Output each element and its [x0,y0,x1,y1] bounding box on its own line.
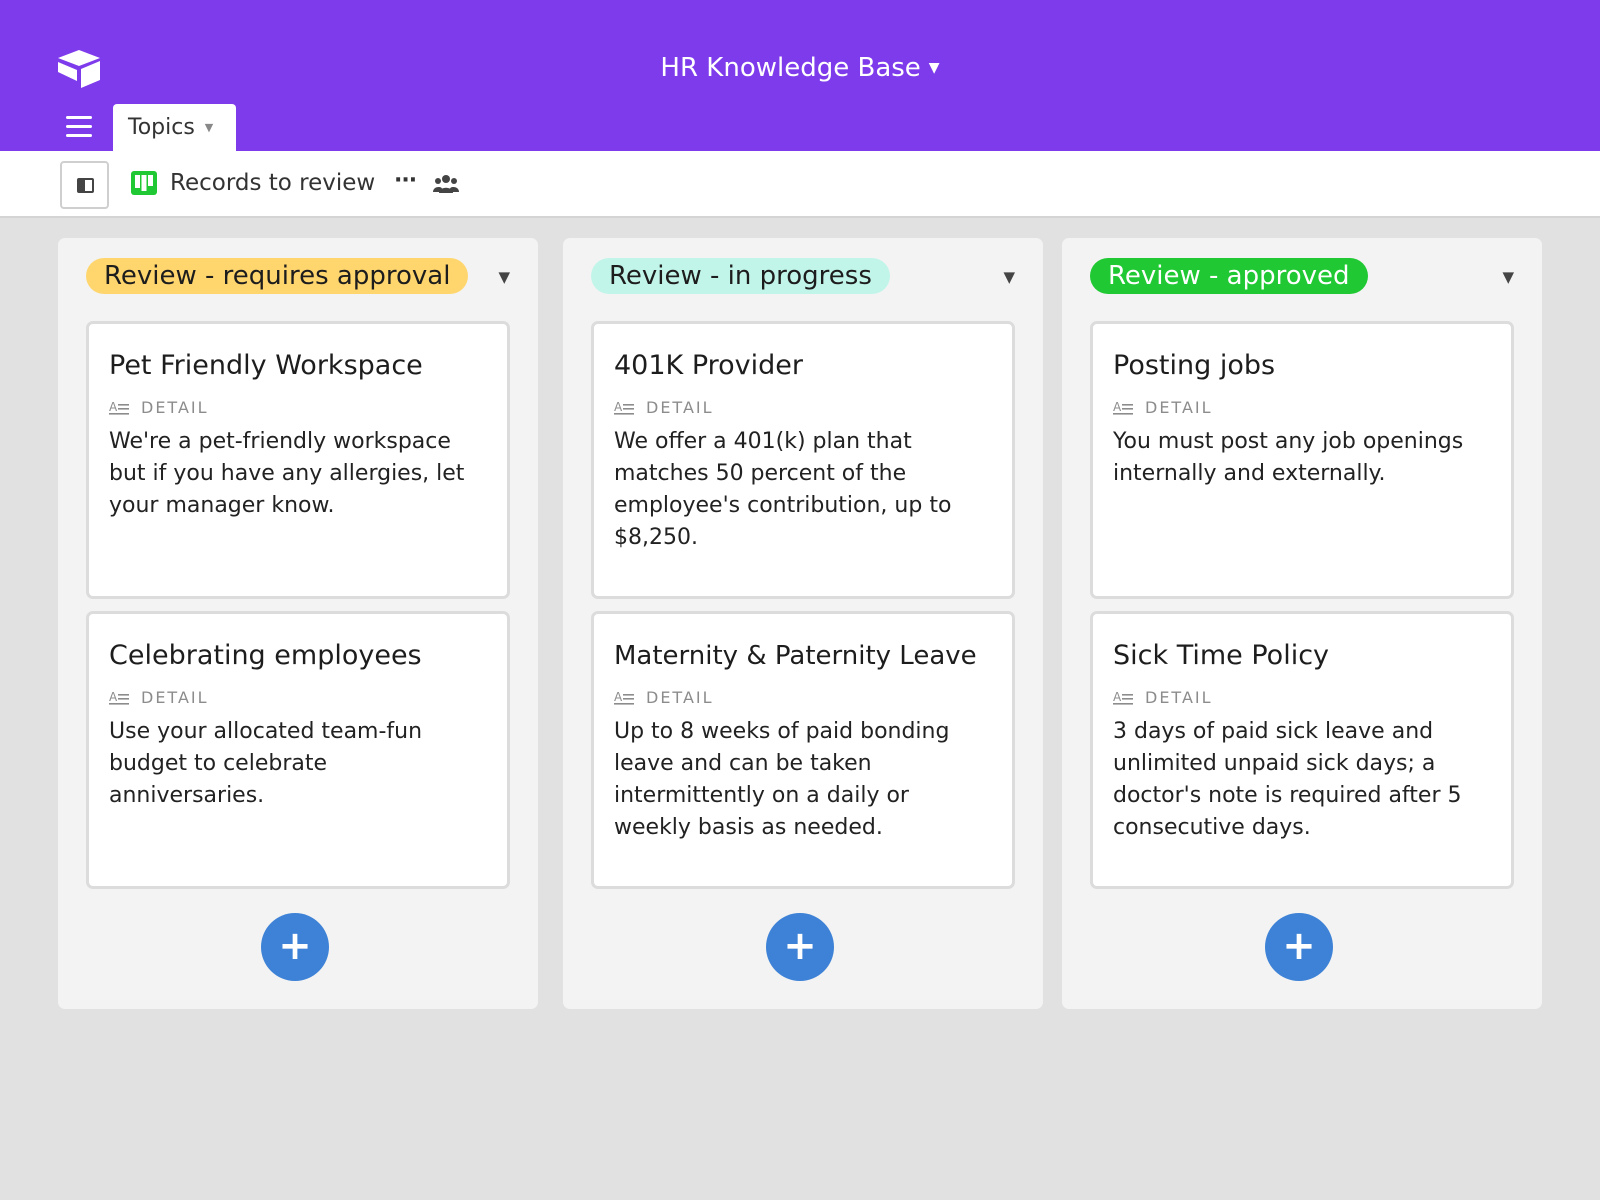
field-label-text: DETAIL [141,398,209,417]
long-text-icon: A [1113,400,1133,415]
field-label-text: DETAIL [141,688,209,707]
field-label: A DETAIL [614,688,992,708]
stack-header: Review - approved ▼ [1090,258,1514,294]
menu-icon[interactable] [66,116,92,140]
app-header: HR Knowledge Base ▼ Topics ▼ [0,0,1600,152]
add-record-button[interactable]: + [766,913,834,981]
plus-icon: + [1282,923,1316,969]
view-name[interactable]: Records to review [170,168,375,198]
kanban-icon[interactable] [131,171,157,195]
record-card[interactable]: Posting jobs A DETAIL You must post any … [1090,321,1514,599]
tab-label: Topics [128,115,195,140]
stack-label: Review - approved [1090,258,1368,294]
svg-text:A: A [109,400,119,414]
record-card[interactable]: 401K Provider A DETAIL We offer a 401(k)… [591,321,1015,599]
kanban-stack: Review - approved ▼ Posting jobs A DETAI… [1062,238,1542,1009]
field-label: A DETAIL [1113,688,1491,708]
long-text-icon: A [614,400,634,415]
card-title: Celebrating employees [109,640,422,671]
field-label-text: DETAIL [1145,688,1213,707]
field-label-text: DETAIL [646,688,714,707]
card-title: Sick Time Policy [1113,640,1330,671]
plus-icon: + [783,923,817,969]
field-value: Use your allocated team-fun budget to ce… [109,719,423,808]
field-value: Up to 8 weeks of paid bonding leave and … [614,719,950,840]
card-title: Pet Friendly Workspace [109,350,423,381]
record-card[interactable]: Celebrating employees A DETAIL Use your … [86,611,510,889]
kanban-stack: Review - in progress ▼ 401K Provider A D… [563,238,1043,1009]
field-label: A DETAIL [109,398,487,418]
field-label: A DETAIL [1113,398,1491,418]
caret-down-icon[interactable]: ▼ [1003,268,1015,286]
field-value: We're a pet-friendly workspace but if yo… [109,429,465,518]
view-toolbar: Records to review ··· [0,151,1600,218]
long-text-icon: A [614,690,634,705]
more-icon[interactable]: ··· [394,166,417,196]
field-label: A DETAIL [614,398,992,418]
tab-topics[interactable]: Topics ▼ [113,104,236,152]
stack-header: Review - requires approval ▼ [86,258,510,294]
field-value: 3 days of paid sick leave and unlimited … [1113,719,1462,840]
caret-down-icon[interactable]: ▼ [498,268,510,286]
record-card[interactable]: Pet Friendly Workspace A DETAIL We're a … [86,321,510,599]
add-record-button[interactable]: + [1265,913,1333,981]
svg-text:A: A [614,400,624,414]
record-card[interactable]: Sick Time Policy A DETAIL 3 days of paid… [1090,611,1514,889]
field-value: You must post any job openings internall… [1113,429,1464,486]
sidebar-toggle-button[interactable] [60,161,109,209]
base-title[interactable]: HR Knowledge Base ▼ [0,52,1600,84]
field-label-text: DETAIL [646,398,714,417]
stack-header: Review - in progress ▼ [591,258,1015,294]
caret-down-icon: ▼ [928,60,940,76]
long-text-icon: A [109,400,129,415]
field-label: A DETAIL [109,688,487,708]
card-title: Posting jobs [1113,350,1276,381]
svg-text:A: A [109,690,119,704]
record-card[interactable]: Maternity & Paternity Leave A DETAIL Up … [591,611,1015,889]
svg-text:A: A [1113,690,1123,704]
people-icon[interactable] [433,174,459,194]
stack-label: Review - in progress [591,258,890,294]
field-label-text: DETAIL [1145,398,1213,417]
svg-text:A: A [614,690,624,704]
sidebar-toggle-icon [77,178,94,193]
long-text-icon: A [1113,690,1133,705]
caret-down-icon[interactable]: ▼ [205,121,213,134]
long-text-icon: A [109,690,129,705]
field-value: We offer a 401(k) plan that matches 50 p… [614,429,952,550]
card-title: Maternity & Paternity Leave [614,641,977,671]
kanban-stack: Review - requires approval ▼ Pet Friendl… [58,238,538,1009]
add-record-button[interactable]: + [261,913,329,981]
base-title-text: HR Knowledge Base [660,53,921,83]
svg-text:A: A [1113,400,1123,414]
stack-label: Review - requires approval [86,258,469,294]
caret-down-icon[interactable]: ▼ [1502,268,1514,286]
card-title: 401K Provider [614,350,803,381]
plus-icon: + [278,923,312,969]
